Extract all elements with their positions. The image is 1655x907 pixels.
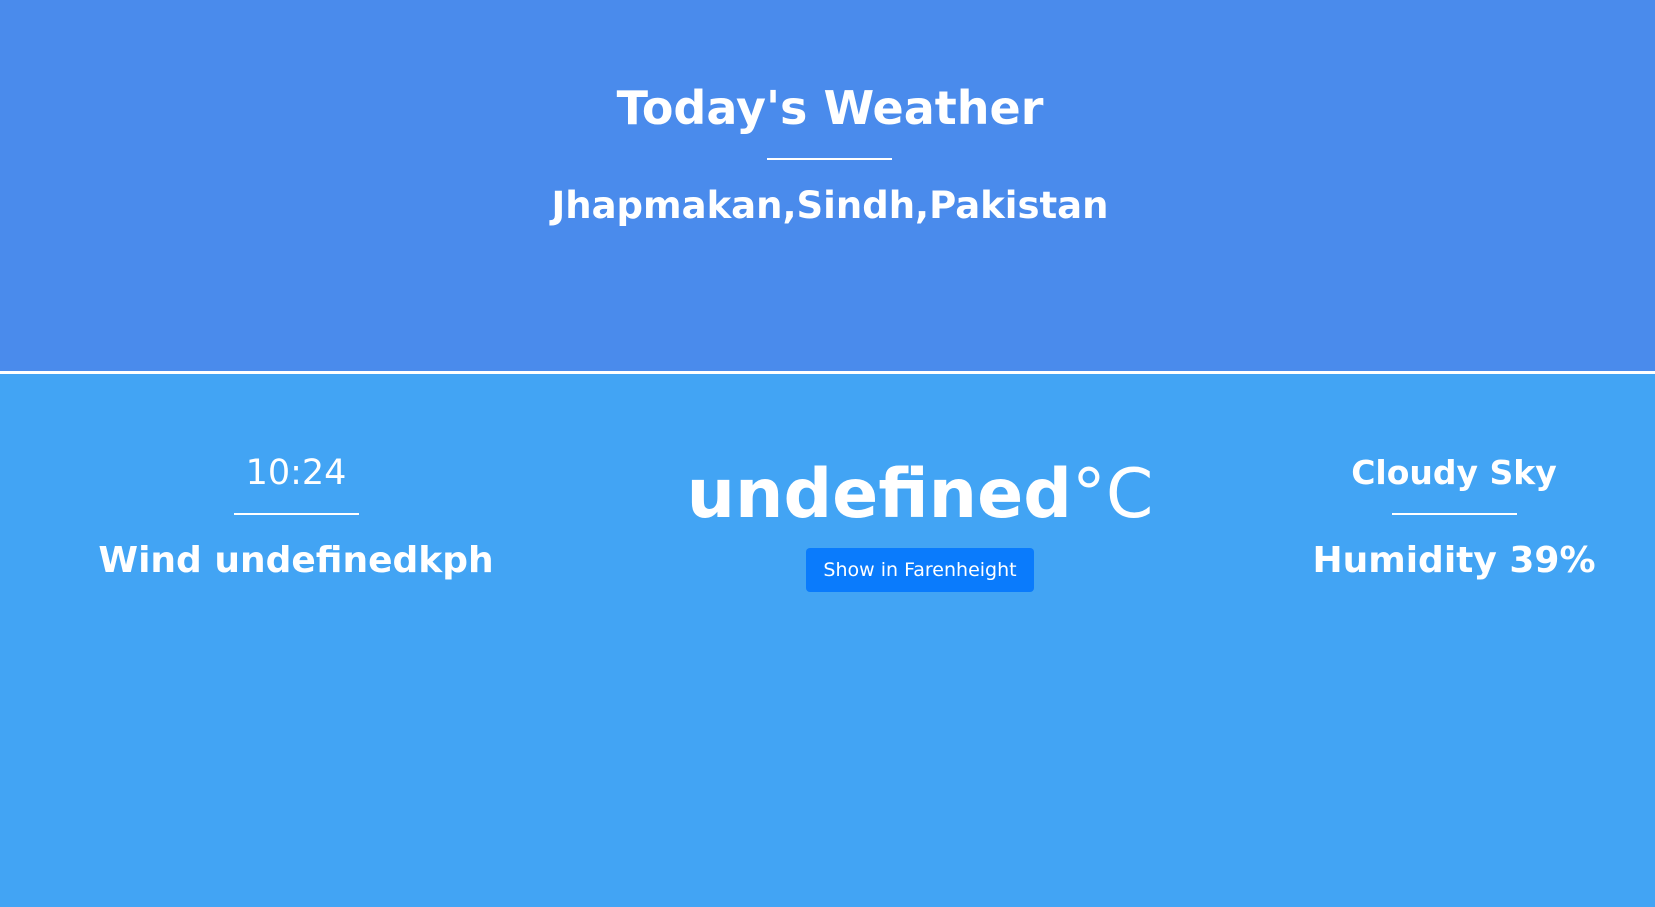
show-fahrenheit-button[interactable]: Show in Farenheight [806,548,1034,592]
wind-label: Wind undefinedkph [98,540,494,581]
header-section: Today's Weather Jhapmakan,Sindh,Pakistan [0,0,1655,371]
temperature-panel: undefined°C Show in Farenheight [660,450,1180,592]
condition-humidity-panel: Cloudy Sky Humidity 39% [1254,450,1654,586]
weather-page: Today's Weather Jhapmakan,Sindh,Pakistan… [0,0,1655,907]
time-wind-panel: 10:24 Wind undefinedkph [96,450,496,586]
humidity-label: Humidity 39% [1312,540,1596,581]
location-label: Jhapmakan,Sindh,Pakistan [551,184,1109,227]
time-divider [233,513,359,515]
title-divider [767,158,892,160]
page-title: Today's Weather [616,81,1044,135]
condition-label: Cloudy Sky [1351,453,1557,492]
condition-divider [1391,513,1517,515]
time-label: 10:24 [245,453,347,493]
temperature-unit: °C [1071,455,1154,534]
temperature-value: undefined [686,455,1072,534]
temperature-display: undefined°C [660,450,1180,540]
